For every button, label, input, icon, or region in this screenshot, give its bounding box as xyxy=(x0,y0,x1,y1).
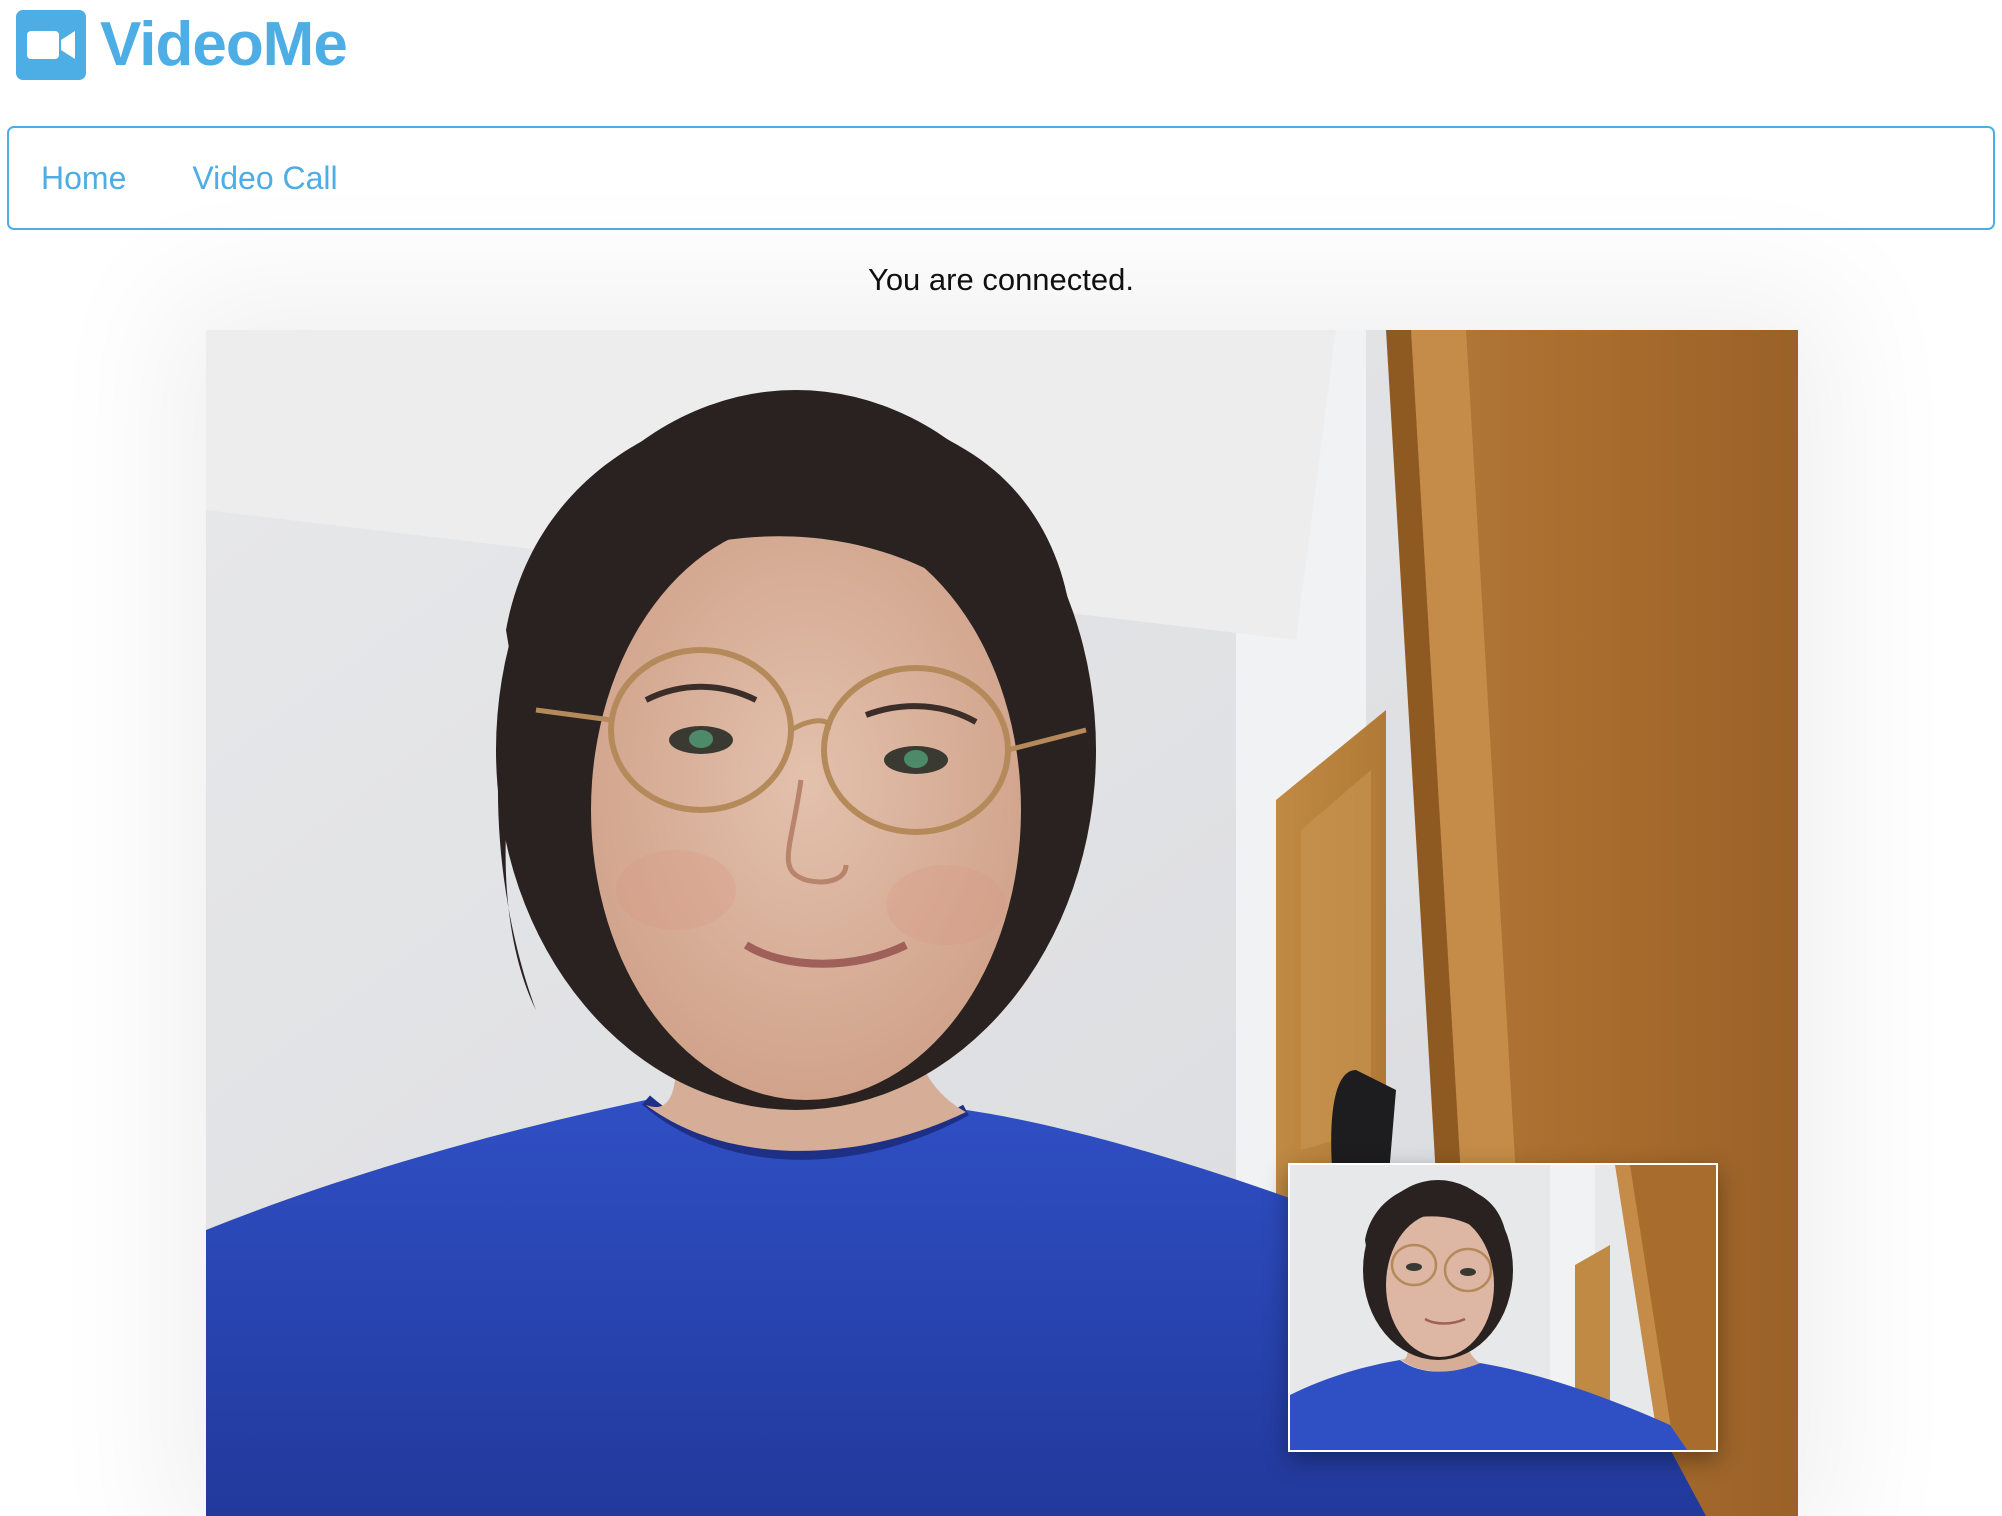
nav-video-call[interactable]: Video Call xyxy=(192,160,337,197)
video-camera-icon xyxy=(16,10,86,80)
connection-status: You are connected. xyxy=(867,262,1134,297)
brand-logo-link[interactable]: VideoMe xyxy=(16,8,348,82)
brand-name: VideoMe xyxy=(100,10,348,79)
nav-home[interactable]: Home xyxy=(41,160,126,197)
navbar: Home Video Call xyxy=(7,126,1995,230)
local-video[interactable] xyxy=(1288,1163,1718,1452)
page: VideoMe Home Video Call You are connecte… xyxy=(0,0,2002,1516)
